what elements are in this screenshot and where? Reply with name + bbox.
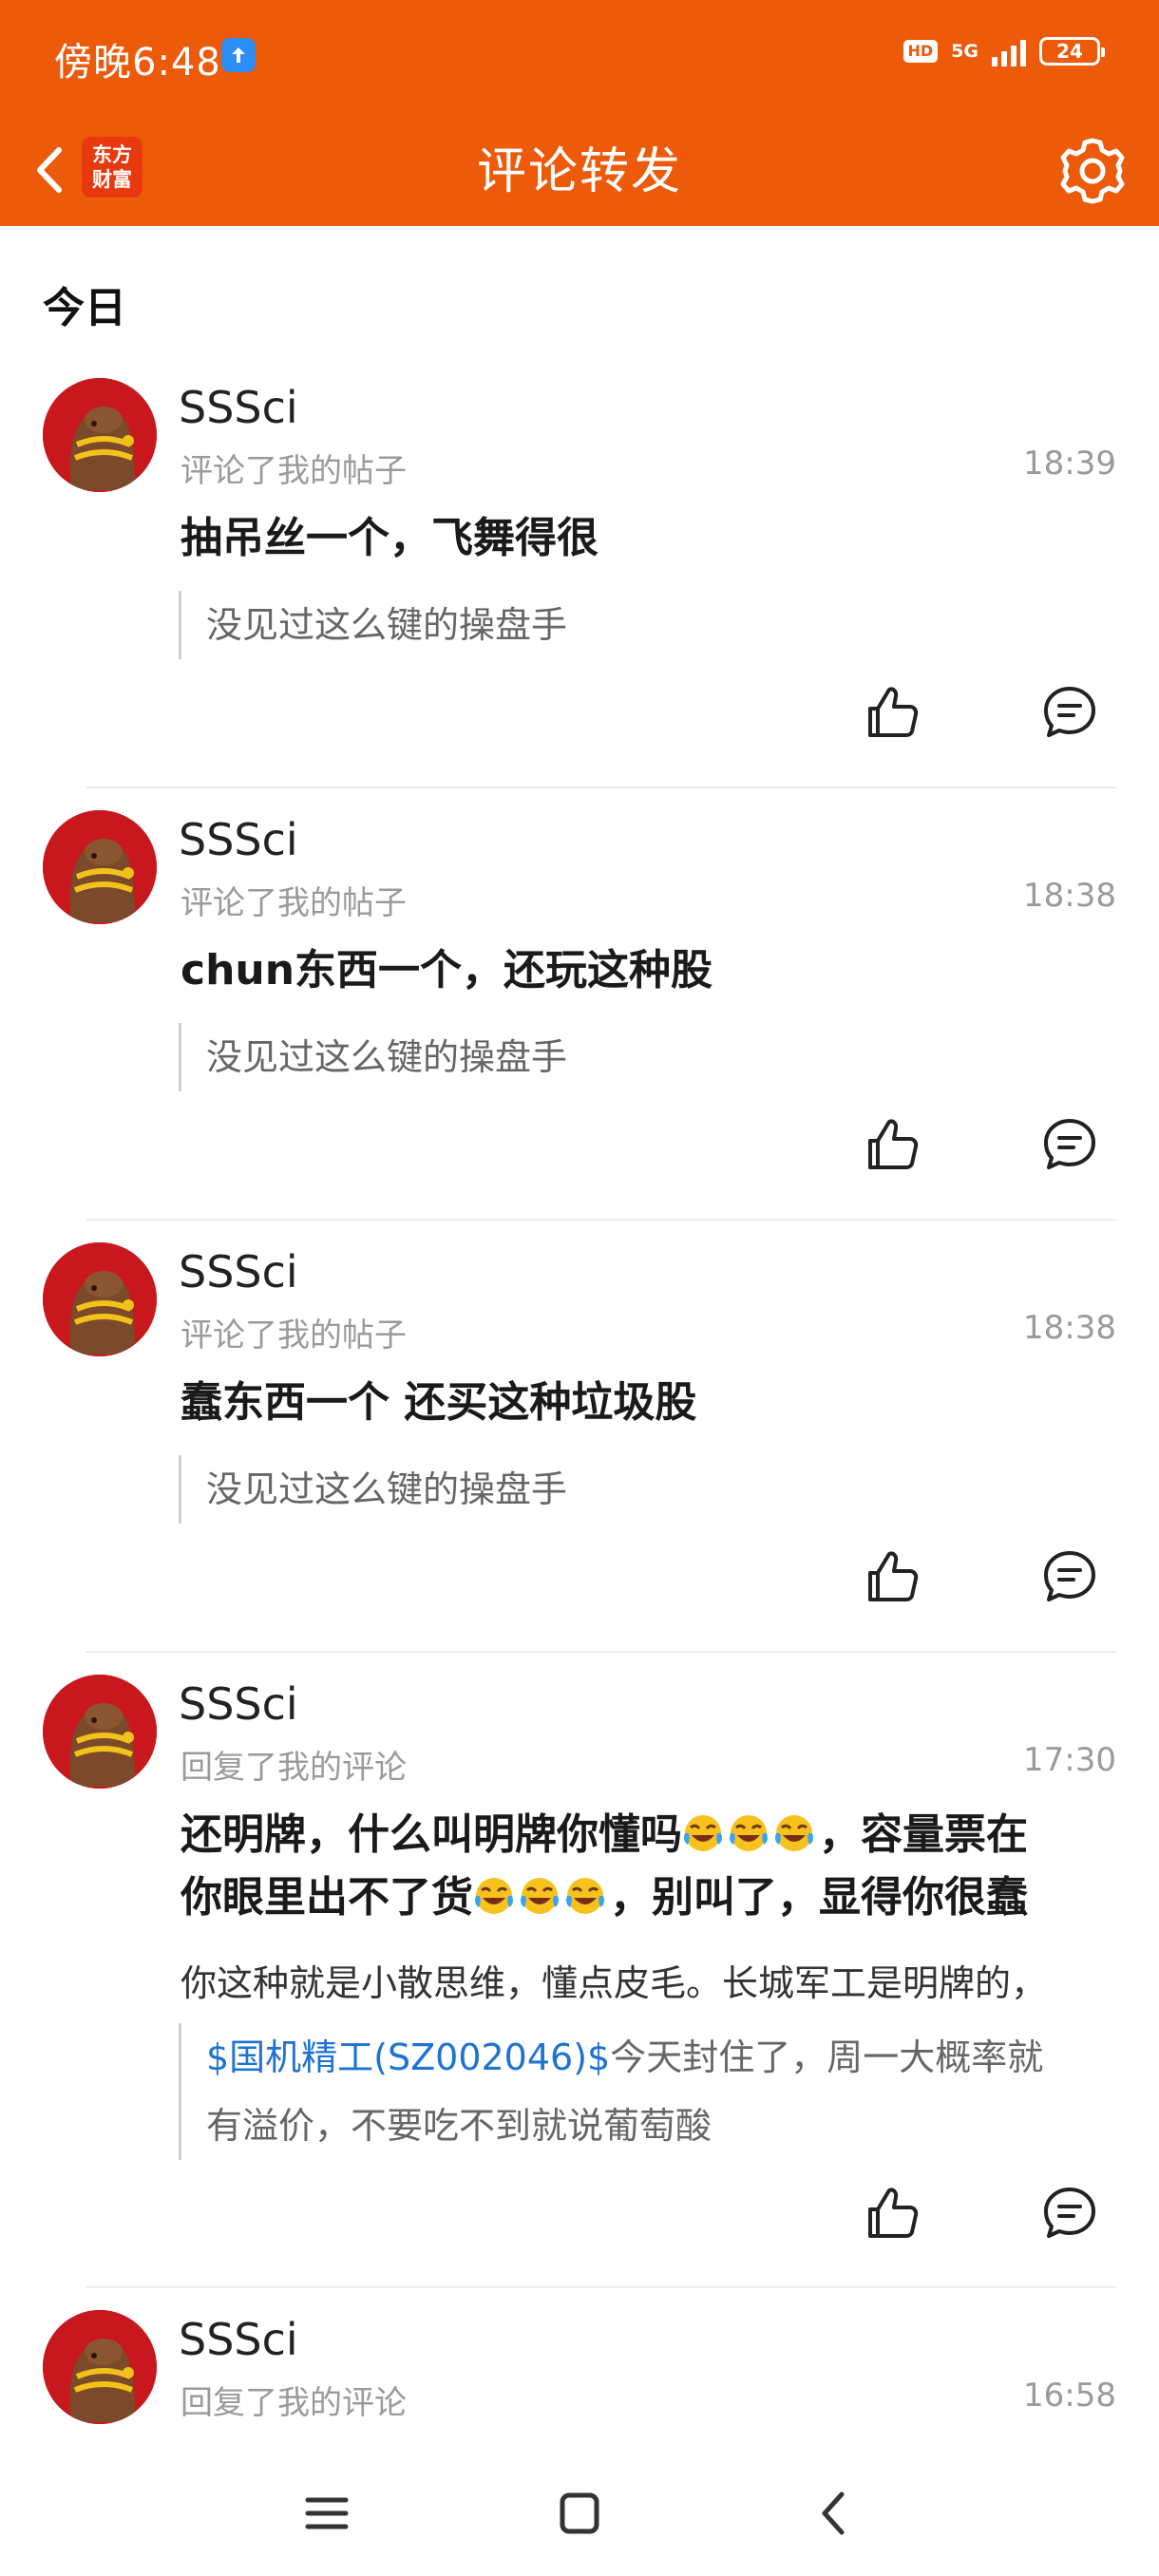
comment-text[interactable]: chun东西一个，还玩这种股 (180, 939, 1130, 1002)
upload-icon (221, 38, 256, 72)
rolling-laughing-emoji (564, 1875, 606, 1917)
action-text: 回复了我的评论 (180, 2384, 407, 2422)
thumbs-up-icon[interactable] (864, 1548, 922, 1605)
thumbs-up-icon[interactable] (864, 684, 922, 741)
avatar[interactable] (43, 378, 157, 492)
page-title: 评论转发 (476, 143, 682, 200)
stock-link[interactable]: $国机精工(SZ002046)$ (206, 2036, 610, 2078)
status-indicators: HD 5G 24 (902, 36, 1105, 66)
comment-text[interactable]: 蠢东西一个 还买这种垃圾股 (180, 1372, 1130, 1434)
comment-part: 还明牌，什么叫明牌你懂吗 (180, 1810, 682, 1859)
thumbs-up-icon[interactable] (864, 2185, 922, 2242)
timestamp: 17:30 (1023, 1741, 1116, 1779)
username[interactable]: SSSci (179, 1246, 298, 1297)
comment-part: ，容量票在 (819, 1810, 1028, 1859)
divider (86, 786, 1116, 788)
gear-icon[interactable] (1054, 133, 1130, 209)
quote-part: 有溢价，不要吃不到就说葡萄酸 (206, 2105, 712, 2147)
quote-part: 今天封住了，周一大概率就 (610, 2036, 1044, 2078)
home-square-icon[interactable] (549, 2483, 610, 2544)
battery-level: 24 (1056, 40, 1083, 63)
timestamp: 18:38 (1023, 1309, 1116, 1347)
app-header: 东方 财富 评论转发 (0, 114, 1159, 226)
quoted-text[interactable]: 没见过这么键的操盘手 (179, 1455, 567, 1524)
network-type: 5G (951, 41, 978, 62)
avatar[interactable] (43, 1675, 157, 1789)
comment-bubble-icon[interactable] (1041, 2185, 1098, 2242)
rolling-laughing-emoji (682, 1812, 724, 1854)
signal-icon (992, 36, 1026, 66)
quoted-text[interactable]: 没见过这么键的操盘手 (179, 591, 567, 659)
comment-bubble-icon[interactable] (1041, 684, 1098, 741)
username[interactable]: SSSci (179, 1678, 298, 1730)
quoted-text[interactable]: 没见过这么键的操盘手 (179, 1023, 567, 1091)
nav-back-icon[interactable] (804, 2483, 864, 2544)
rolling-laughing-emoji (473, 1875, 515, 1917)
rolling-laughing-emoji (773, 1812, 815, 1854)
divider (86, 1651, 1116, 1653)
action-text: 回复了我的评论 (180, 1749, 407, 1787)
action-text: 评论了我的帖子 (180, 1316, 407, 1354)
comment-text[interactable]: 抽吊丝一个，飞舞得很 (180, 507, 1130, 570)
quoted-text[interactable]: $国机精工(SZ002046)$今天封住了，周一大概率就 有溢价，不要吃不到就说… (179, 2023, 1043, 2160)
rolling-laughing-emoji (728, 1812, 770, 1854)
timestamp: 16:58 (1023, 2377, 1116, 2415)
comment-text[interactable]: 还明牌，什么叫明牌你懂吗 ，容量票在你眼里出不了货 ，别叫了，显得你很蠢 (180, 1804, 1130, 1929)
comment-bubble-icon[interactable] (1041, 1548, 1098, 1605)
hd-badge: HD (902, 40, 939, 63)
action-text: 评论了我的帖子 (180, 452, 407, 490)
timestamp: 18:38 (1023, 877, 1116, 915)
comment-part: 你眼里出不了货 (180, 1873, 473, 1922)
avatar[interactable] (43, 810, 157, 924)
comment-part: ，别叫了，显得你很蠢 (610, 1873, 1028, 1922)
avatar[interactable] (43, 1242, 157, 1356)
divider (86, 1219, 1116, 1221)
comment-bubble-icon[interactable] (1041, 1116, 1098, 1173)
username[interactable]: SSSci (179, 814, 298, 865)
timestamp: 18:39 (1023, 445, 1116, 483)
section-today: 今日 (43, 284, 126, 332)
divider (86, 2286, 1116, 2288)
menu-icon[interactable] (296, 2483, 357, 2544)
reply-text[interactable]: 你这种就是小散思维，懂点皮毛。长城军工是明牌的， (180, 1954, 1121, 2006)
action-text: 评论了我的帖子 (180, 884, 407, 922)
avatar[interactable] (43, 2310, 157, 2424)
battery-icon: 24 (1039, 37, 1105, 66)
status-time: 傍晚6:48 (54, 41, 221, 85)
thumbs-up-icon[interactable] (864, 1116, 922, 1173)
username[interactable]: SSSci (179, 382, 298, 433)
status-bar: 傍晚6:48 HD 5G 24 (0, 0, 1159, 114)
system-nav-bar (0, 2451, 1159, 2576)
rolling-laughing-emoji (519, 1875, 560, 1917)
username[interactable]: SSSci (179, 2314, 298, 2365)
